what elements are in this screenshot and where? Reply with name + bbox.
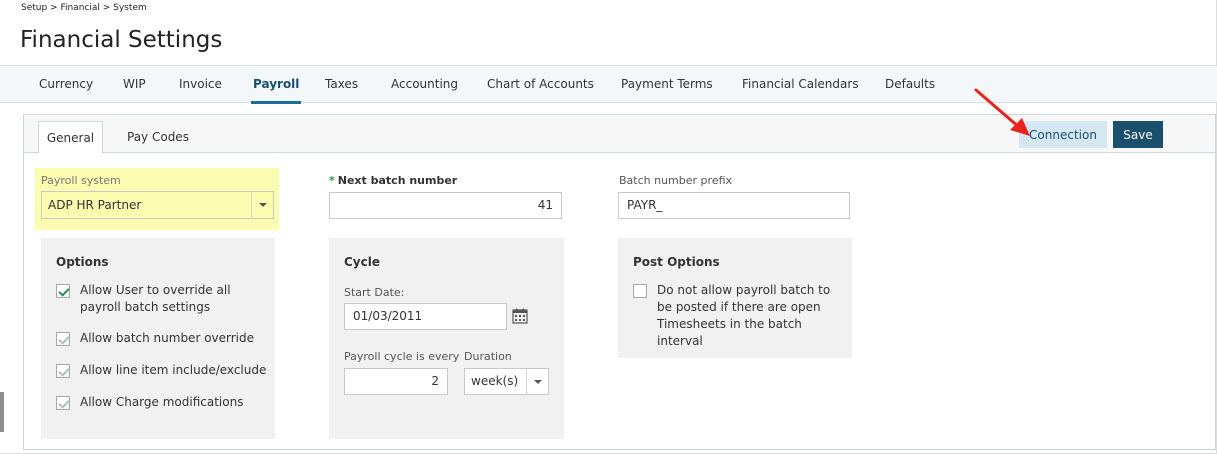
subtab-general[interactable]: General (38, 121, 103, 154)
start-date-label: Start Date: (344, 286, 405, 299)
tab-wip[interactable]: WIP (123, 66, 146, 103)
post-option-open-timesheets: Do not allow payroll batch to be posted … (633, 283, 845, 348)
override-all-label: Allow User to override all payroll batch… (80, 283, 231, 314)
cycle-title: Cycle (344, 255, 380, 269)
option-charge-mods: Allow Charge modifications (56, 395, 268, 413)
duration-value: week(s) (471, 374, 519, 388)
option-line-item: Allow line item include/exclude (56, 363, 268, 381)
batch-number-override-checkbox[interactable] (56, 332, 70, 346)
tab-defaults[interactable]: Defaults (885, 66, 935, 103)
cycle-every-label: Payroll cycle is every (344, 350, 460, 363)
batch-prefix-label: Batch number prefix (619, 174, 733, 187)
duration-select[interactable]: week(s) (464, 368, 549, 395)
settings-tabs: Currency WIP Invoice Payroll Taxes Accou… (0, 65, 1217, 104)
start-date-input[interactable]: 01/03/2011 (344, 303, 507, 330)
left-edge-marker (0, 392, 4, 432)
post-options-title: Post Options (633, 255, 720, 269)
calendar-icon[interactable] (512, 308, 528, 324)
next-batch-label: * Next batch number (329, 174, 457, 187)
tab-payment-terms[interactable]: Payment Terms (621, 66, 713, 103)
tab-taxes[interactable]: Taxes (325, 66, 358, 103)
options-title: Options (56, 255, 109, 269)
page-title: Financial Settings (20, 27, 223, 53)
line-item-checkbox[interactable] (56, 364, 70, 378)
next-batch-label-text: Next batch number (337, 174, 458, 187)
panel-header: General Pay Codes Connection Save (24, 115, 1215, 154)
duration-label: Duration (464, 350, 512, 363)
cycle-every-input[interactable]: 2 (344, 368, 448, 395)
payroll-system-label: Payroll system (41, 174, 121, 187)
line-item-label: Allow line item include/exclude (80, 363, 267, 377)
charge-mods-label: Allow Charge modifications (80, 395, 244, 409)
tab-financial-calendars[interactable]: Financial Calendars (742, 66, 859, 103)
breadcrumb: Setup > Financial > System (21, 3, 147, 13)
payroll-system-select[interactable]: ADP HR Partner (41, 191, 274, 219)
open-timesheets-label: Do not allow payroll batch to be posted … (657, 283, 831, 348)
chevron-down-icon (251, 192, 273, 218)
tab-currency[interactable]: Currency (39, 66, 93, 103)
charge-mods-checkbox[interactable] (56, 396, 70, 410)
payroll-system-value: ADP HR Partner (48, 198, 142, 212)
next-batch-input[interactable]: 41 (329, 192, 562, 219)
option-batch-number-override: Allow batch number override (56, 331, 268, 349)
override-all-checkbox[interactable] (56, 284, 70, 298)
batch-number-override-label: Allow batch number override (80, 331, 255, 345)
tab-chart-of-accounts[interactable]: Chart of Accounts (487, 66, 594, 103)
batch-prefix-input[interactable]: PAYR_ (618, 192, 850, 219)
connection-button[interactable]: Connection (1019, 121, 1107, 148)
tab-payroll[interactable]: Payroll (250, 66, 302, 104)
subtab-pay-codes[interactable]: Pay Codes (127, 121, 189, 153)
open-timesheets-checkbox[interactable] (633, 284, 647, 298)
save-button[interactable]: Save (1113, 121, 1163, 148)
required-mark: * (329, 174, 335, 187)
tab-invoice[interactable]: Invoice (179, 66, 222, 103)
option-override-all: Allow User to override all payroll batch… (56, 283, 268, 318)
chevron-down-icon (526, 369, 548, 394)
tab-accounting[interactable]: Accounting (391, 66, 458, 103)
